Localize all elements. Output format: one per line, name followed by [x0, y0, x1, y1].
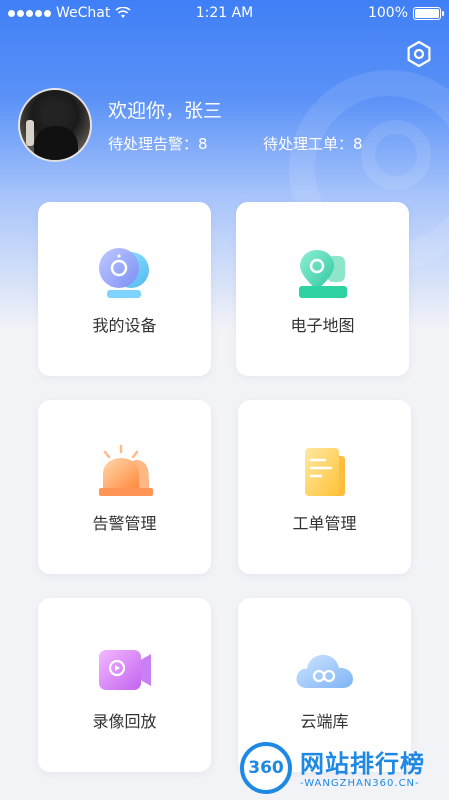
- decorative-ring: [361, 120, 431, 190]
- pending-orders[interactable]: 待处理工单：8: [263, 133, 363, 154]
- alarm-light-icon: [98, 444, 153, 496]
- card-label: 云端库: [300, 712, 349, 731]
- watermark-title: 网站排行榜: [300, 750, 425, 778]
- document-icon: [304, 448, 345, 496]
- card-label: 我的设备: [92, 316, 157, 335]
- settings-icon[interactable]: [405, 40, 433, 68]
- card-label: 工单管理: [292, 514, 357, 533]
- card-label: 录像回放: [92, 712, 157, 731]
- battery-icon: [413, 6, 444, 20]
- card-my-devices[interactable]: 我的设备: [38, 202, 211, 376]
- video-play-icon: [98, 650, 151, 690]
- map-pin-icon: [298, 250, 347, 298]
- card-work-order-management[interactable]: 工单管理: [238, 400, 411, 574]
- card-label: 告警管理: [92, 514, 157, 533]
- card-label: 电子地图: [290, 316, 355, 335]
- greeting-text: 欢迎你，张三: [108, 100, 223, 122]
- battery-info: 100%: [367, 5, 444, 21]
- pending-counts: 待处理告警：8 待处理工单：8: [108, 133, 363, 154]
- battery-percent: 100%: [367, 5, 408, 21]
- camera-icon: [98, 248, 149, 298]
- watermark-badge: 360: [240, 742, 292, 794]
- site-watermark: 360 网站排行榜 -WANGZHAN360.CN-: [236, 740, 449, 800]
- status-bar: WeChat 1:21 AM 100%: [0, 0, 449, 28]
- card-alarm-management[interactable]: 告警管理: [38, 400, 211, 574]
- card-video-playback[interactable]: 录像回放: [38, 598, 211, 772]
- cloud-icon: [295, 654, 353, 688]
- pending-alarms[interactable]: 待处理告警：8: [108, 133, 208, 154]
- avatar[interactable]: [18, 88, 92, 162]
- watermark-subtitle: -WANGZHAN360.CN-: [300, 778, 420, 789]
- card-electronic-map[interactable]: 电子地图: [236, 202, 409, 376]
